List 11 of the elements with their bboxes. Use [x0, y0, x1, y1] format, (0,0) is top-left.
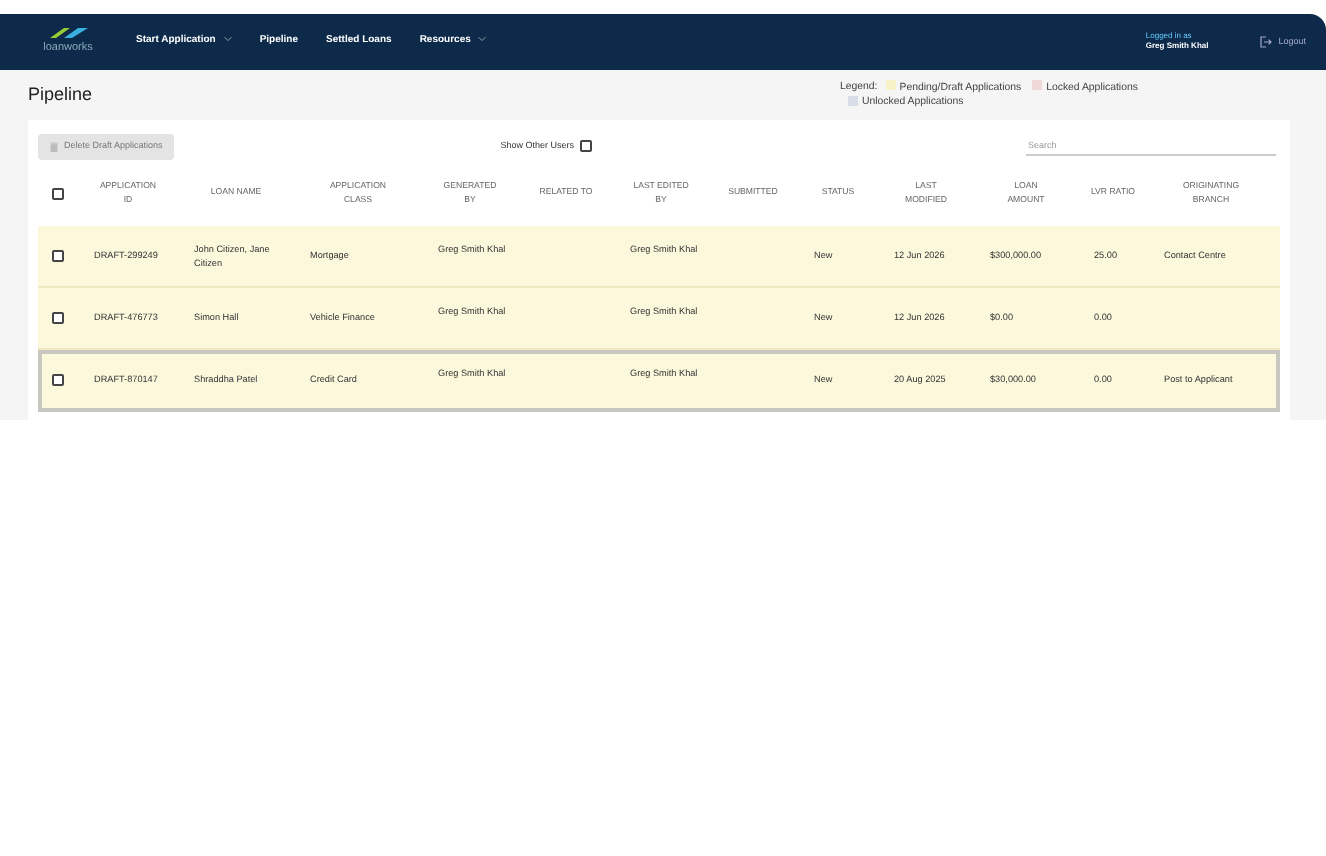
show-other-users-checkbox[interactable]	[580, 140, 593, 152]
select-all-checkbox[interactable]	[52, 187, 64, 199]
row-checkbox[interactable]	[52, 312, 64, 324]
page-title: Pipeline	[28, 84, 93, 106]
caret-icon	[223, 36, 232, 43]
row-checkbox[interactable]	[52, 374, 64, 386]
trash-icon	[50, 141, 58, 151]
logo-icon	[46, 26, 90, 41]
caret-icon	[478, 36, 487, 43]
row-checkbox[interactable]	[52, 250, 64, 262]
logout-icon	[1260, 36, 1273, 48]
